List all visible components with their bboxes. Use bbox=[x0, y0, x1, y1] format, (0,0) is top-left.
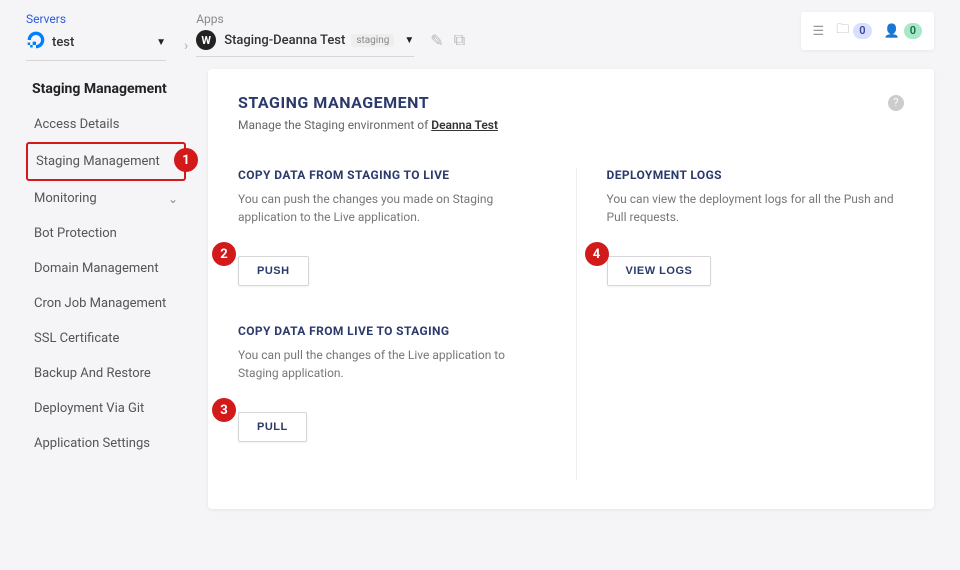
page-subtitle: Manage the Staging environment of Deanna… bbox=[238, 118, 904, 132]
folder-icon: 🗀 bbox=[836, 20, 849, 42]
push-title: COPY DATA FROM STAGING TO LIVE bbox=[238, 168, 536, 182]
main-card: STAGING MANAGEMENT ? Manage the Staging … bbox=[208, 69, 934, 509]
sidebar-item-monitoring[interactable]: Monitoring ⌄ bbox=[26, 181, 186, 216]
annotation-marker-3: 3 bbox=[212, 398, 236, 422]
sidebar-item-domain-management[interactable]: Domain Management bbox=[26, 251, 186, 286]
server-name: test bbox=[52, 35, 74, 50]
user-icon: 👤 bbox=[884, 24, 900, 39]
app-actions: ✎ ⧉ bbox=[430, 30, 465, 50]
logs-desc: You can view the deployment logs for all… bbox=[607, 190, 905, 226]
sidebar-item-staging-management[interactable]: Staging Management 1 bbox=[26, 142, 186, 181]
external-link-icon[interactable]: ⧉ bbox=[454, 30, 465, 50]
sidebar: Staging Management Access Details Stagin… bbox=[26, 69, 186, 509]
list-view-icon[interactable]: ☰ bbox=[813, 24, 825, 39]
caret-down-icon: ▼ bbox=[394, 35, 414, 46]
pull-desc: You can pull the changes of the Live app… bbox=[238, 346, 536, 382]
sidebar-item-cron-job[interactable]: Cron Job Management bbox=[26, 286, 186, 321]
topbar: Servers test ▼ › Apps W Staging-Deanna T… bbox=[0, 0, 960, 69]
server-crumb: Servers test ▼ bbox=[26, 12, 166, 61]
digitalocean-icon bbox=[26, 30, 52, 54]
server-selector[interactable]: test ▼ bbox=[26, 30, 166, 61]
logs-section: DEPLOYMENT LOGS You can view the deploym… bbox=[607, 168, 905, 286]
annotation-marker-2: 2 bbox=[212, 242, 236, 266]
sidebar-item-backup[interactable]: Backup And Restore bbox=[26, 356, 186, 391]
pull-button[interactable]: PULL bbox=[238, 412, 307, 442]
servers-label: Servers bbox=[26, 12, 166, 26]
edit-icon[interactable]: ✎ bbox=[430, 31, 443, 50]
help-icon[interactable]: ? bbox=[888, 95, 904, 111]
folder-count: 0 bbox=[853, 23, 871, 39]
wordpress-icon: W bbox=[196, 30, 216, 50]
annotation-marker-1: 1 bbox=[174, 148, 198, 172]
apps-label: Apps bbox=[196, 12, 414, 26]
app-crumb: Apps W Staging-Deanna Test staging ▼ bbox=[196, 12, 414, 57]
user-counter[interactable]: 👤 0 bbox=[884, 23, 922, 39]
caret-down-icon: ▼ bbox=[146, 37, 166, 48]
view-logs-button[interactable]: VIEW LOGS bbox=[607, 256, 712, 286]
push-desc: You can push the changes you made on Sta… bbox=[238, 190, 536, 226]
page-title: STAGING MANAGEMENT bbox=[238, 93, 429, 112]
app-name: Staging-Deanna Test bbox=[224, 33, 345, 48]
chevron-right-icon: › bbox=[184, 38, 188, 54]
app-link[interactable]: Deanna Test bbox=[431, 118, 498, 132]
annotation-marker-4: 4 bbox=[585, 242, 609, 266]
sidebar-title: Staging Management bbox=[26, 69, 186, 107]
push-section: COPY DATA FROM STAGING TO LIVE You can p… bbox=[238, 168, 536, 286]
sidebar-item-git[interactable]: Deployment Via Git bbox=[26, 391, 186, 426]
user-count: 0 bbox=[904, 23, 922, 39]
sidebar-item-access-details[interactable]: Access Details bbox=[26, 107, 186, 142]
chevron-down-icon: ⌄ bbox=[168, 192, 178, 206]
pull-title: COPY DATA FROM LIVE TO STAGING bbox=[238, 324, 536, 338]
app-selector[interactable]: W Staging-Deanna Test staging ▼ bbox=[196, 30, 414, 57]
sidebar-item-app-settings[interactable]: Application Settings bbox=[26, 426, 186, 461]
sidebar-item-ssl[interactable]: SSL Certificate bbox=[26, 321, 186, 356]
pull-section: COPY DATA FROM LIVE TO STAGING You can p… bbox=[238, 324, 536, 442]
push-button[interactable]: PUSH bbox=[238, 256, 309, 286]
logs-title: DEPLOYMENT LOGS bbox=[607, 168, 905, 182]
toolbar-right: ☰ 🗀 0 👤 0 bbox=[801, 12, 934, 50]
app-tag: staging bbox=[351, 34, 394, 47]
sidebar-item-bot-protection[interactable]: Bot Protection bbox=[26, 216, 186, 251]
folder-counter[interactable]: 🗀 0 bbox=[836, 20, 871, 42]
